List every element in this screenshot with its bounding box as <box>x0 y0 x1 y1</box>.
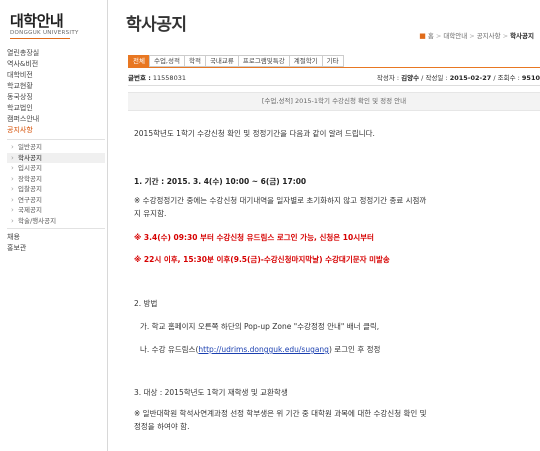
section-logo-title[interactable]: 대학안내 <box>10 10 64 31</box>
section-method-heading: 2. 방법 <box>134 299 158 308</box>
post-no: 11558031 <box>152 74 186 82</box>
tab-etc[interactable]: 기타 <box>321 55 344 67</box>
section-period-alert-1: ※ 3.4(수) 09:30 부터 수강신청 유드림스 로그인 가능, 신청은 … <box>134 233 374 242</box>
sidebar-menu: 열린총장실 역사&비전 대학비전 학교현황 동국상징 학교법인 캠퍼스안내 공지… <box>7 48 105 254</box>
sidebar-item-foundation[interactable]: 학교법인 <box>7 103 105 114</box>
method-b-suffix: ) 로그인 후 정정 <box>328 345 381 354</box>
breadcrumb-home[interactable]: 홈 <box>428 32 434 40</box>
post-views: 9510 <box>521 74 540 82</box>
section-method-b: 나. 수강 유드림스(http://udrims.dongguk.edu/sug… <box>140 344 380 355</box>
sidebar-item-pr[interactable]: 홍보관 <box>7 243 105 254</box>
post-title: [수업,성적] 2015-1학기 수강신청 확인 및 정정 안내 <box>128 92 540 111</box>
section-period-alert-2: ※ 22시 이후, 15:30분 이후(9.5(금)-수강신청마지막날) 수강대… <box>134 255 390 264</box>
logo-divider <box>10 38 70 39</box>
post-date: 2015-02-27 <box>449 74 492 82</box>
sidebar-item-symbol[interactable]: 동국상징 <box>7 92 105 103</box>
tab-registry[interactable]: 학적 <box>183 55 206 67</box>
home-icon[interactable]: ■ <box>419 32 426 40</box>
breadcrumb-current: 학사공지 <box>510 32 534 40</box>
chevron-right-icon: > <box>502 32 509 40</box>
tab-domestic-exchange[interactable]: 국내교류 <box>204 55 239 67</box>
sidebar-item-campus[interactable]: 캠퍼스안내 <box>7 114 105 125</box>
author-label: 작성자 : <box>376 74 400 82</box>
page-title: 학사공지 <box>126 15 187 35</box>
section-period-note-1: ※ 수강정정기간 중에는 수강신청 대기내역을 일자별로 초기화하지 않고 정정… <box>134 196 427 205</box>
sidebar-sub-research[interactable]: 연구공지 <box>7 195 105 206</box>
sidebar-item-history[interactable]: 역사&비전 <box>7 59 105 70</box>
sidebar-sub-general[interactable]: 일반공지 <box>7 142 105 153</box>
views-label: 조회수 : <box>497 74 520 82</box>
sidebar-sub-academic[interactable]: 학사공지 <box>7 152 105 163</box>
breadcrumb-level1[interactable]: 대학안내 <box>443 32 467 40</box>
sugang-link[interactable]: http://udrims.dongguk.edu/sugang <box>198 345 329 354</box>
post-no-label: 글번호 : <box>128 74 151 82</box>
sidebar-item-notices[interactable]: 공지사항 <box>7 125 105 136</box>
sidebar-item-president[interactable]: 열린총장실 <box>7 48 105 59</box>
sidebar-item-recruit[interactable]: 채용 <box>7 232 105 243</box>
breadcrumb: ■ 홈 > 대학안내 > 공지사항 > 학사공지 <box>419 30 534 40</box>
tab-seasonal[interactable]: 계절학기 <box>288 55 323 67</box>
category-tabs: 전체 수업,성적 학적 국내교류 프로그램및특강 계절학기 기타 <box>128 55 344 67</box>
tab-programs[interactable]: 프로그램및특강 <box>237 55 290 67</box>
method-b-prefix: 나. 수강 유드림스( <box>140 345 199 354</box>
sidebar-sub-scholarship[interactable]: 장학공지 <box>7 174 105 185</box>
section-target-note-2: 정정을 하여야 함. <box>134 422 190 431</box>
post-author: 김양수 <box>401 74 420 82</box>
tab-underline <box>128 67 540 68</box>
tab-class-grades[interactable]: 수업,성적 <box>148 55 185 67</box>
section-period-note-2: 지 유지함. <box>134 209 167 218</box>
sidebar-item-status[interactable]: 학교현황 <box>7 81 105 92</box>
chevron-right-icon: > <box>469 32 475 40</box>
sidebar-item-vision[interactable]: 대학비전 <box>7 70 105 81</box>
sidebar-sub-international[interactable]: 국제공지 <box>7 205 105 216</box>
chevron-right-icon: > <box>435 32 442 40</box>
post-meta: 글번호 : 11558031 작성자 : 김양수 / 작성일 : 2015-02… <box>128 71 540 86</box>
date-label: 작성일 : <box>425 74 448 82</box>
sidebar-sub-admission[interactable]: 입시공지 <box>7 163 105 174</box>
sidebar-sub-events[interactable]: 학술/행사공지 <box>7 216 105 227</box>
post-intro: 2015학년도 1학기 수강신청 확인 및 정정기간을 다음과 같이 알려 드립… <box>134 129 375 138</box>
section-period-heading: 1. 기간 : 2015. 3. 4(수) 10:00 ~ 6(금) 17:00 <box>134 177 307 186</box>
section-method-a: 가. 학교 홈페이지 오른쪽 하단의 Pop-up Zone "수강정정 안내"… <box>140 322 380 331</box>
section-target-note-1: ※ 일반대학원 학석사연계과정 선정 학부생은 위 기간 중 대학원 과목에 대… <box>134 409 427 418</box>
sidebar-sub-bidding[interactable]: 입찰공지 <box>7 184 105 195</box>
tab-all[interactable]: 전체 <box>128 55 150 67</box>
section-target-heading: 3. 대상 : 2015학년도 1학기 재학생 및 교환학생 <box>134 388 288 397</box>
sidebar-submenu: 일반공지 학사공지 입시공지 장학공지 입찰공지 연구공지 국제공지 학술/행사… <box>7 139 105 229</box>
breadcrumb-level2[interactable]: 공지사항 <box>477 32 501 40</box>
sidebar: 대학안내 DONGGUK UNIVERSITY 열린총장실 역사&비전 대학비전… <box>0 0 108 451</box>
section-logo-subtitle: DONGGUK UNIVERSITY <box>10 30 79 36</box>
